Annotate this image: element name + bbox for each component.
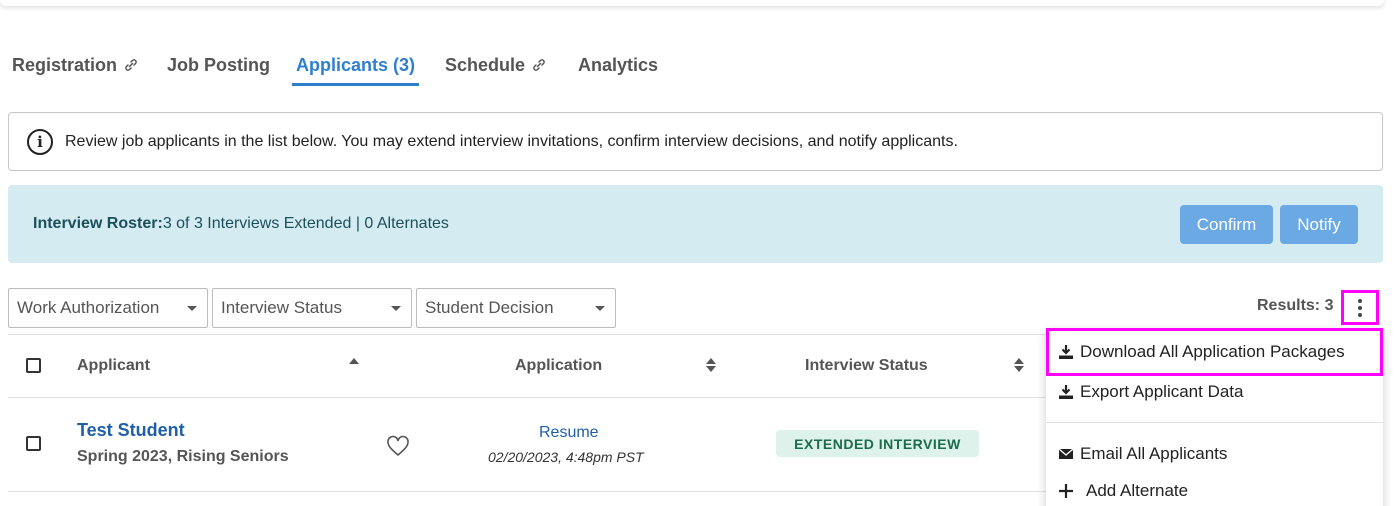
status-badge: EXTENDED INTERVIEW (776, 430, 979, 457)
tab-schedule[interactable]: Schedule (445, 44, 547, 86)
interview-roster-bar: Interview Roster: 3 of 3 Interviews Exte… (8, 185, 1383, 263)
resume-link[interactable]: Resume (539, 424, 599, 442)
tab-bar: Registration Job Posting Applicants (3) … (0, 44, 1396, 88)
column-header-application[interactable]: Application (515, 357, 602, 375)
tab-registration[interactable]: Registration (12, 44, 139, 86)
application-date: 02/20/2023, 4:48pm PST (488, 449, 644, 465)
confirm-button[interactable]: Confirm (1180, 205, 1273, 244)
menu-item-label: Download All Application Packages (1080, 342, 1345, 361)
column-header-applicant[interactable]: Applicant (77, 357, 150, 375)
tab-analytics[interactable]: Analytics (578, 44, 658, 86)
menu-divider (1046, 422, 1383, 423)
plus-icon (1059, 484, 1073, 498)
sort-icon[interactable] (1014, 357, 1024, 373)
filter-label: Interview Status (221, 298, 342, 317)
link-icon (125, 59, 137, 71)
export-applicant-data-item[interactable]: Export Applicant Data (1046, 374, 1383, 410)
tab-label: Job Posting (167, 54, 270, 75)
more-options-button[interactable] (1341, 290, 1379, 325)
info-icon: i (27, 128, 53, 155)
work-authorization-filter[interactable]: Work Authorization (8, 288, 208, 328)
kebab-dot (1358, 298, 1362, 303)
applicant-term: Spring 2023, Rising Seniors (77, 448, 289, 465)
caret-down-icon (595, 306, 605, 311)
caret-down-icon (391, 306, 401, 311)
interview-status-filter[interactable]: Interview Status (212, 288, 412, 328)
select-all-checkbox[interactable] (26, 358, 41, 373)
tab-label: Registration (12, 54, 118, 75)
menu-item-label: Add Alternate (1086, 481, 1189, 500)
filter-label: Work Authorization (17, 298, 160, 317)
tab-label: Applicants (3) (296, 54, 416, 75)
heart-icon[interactable] (386, 435, 410, 457)
download-icon (1059, 385, 1073, 399)
row-checkbox[interactable] (26, 436, 41, 451)
kebab-dot (1358, 305, 1362, 310)
tab-applicants[interactable]: Applicants (3) (291, 44, 420, 86)
envelope-icon (1058, 448, 1074, 459)
menu-item-label: Email All Applicants (1080, 444, 1228, 463)
tab-label: Analytics (578, 54, 659, 75)
column-header-interview-status[interactable]: Interview Status (805, 357, 928, 375)
top-card (0, 0, 1384, 6)
menu-item-label: Export Applicant Data (1080, 382, 1244, 401)
student-decision-filter[interactable]: Student Decision (416, 288, 616, 328)
info-banner: i Review job applicants in the list belo… (8, 112, 1383, 171)
applicant-name-link[interactable]: Test Student (77, 420, 185, 441)
caret-down-icon (187, 306, 197, 311)
link-icon (533, 59, 545, 71)
more-options-menu: Download All Application Packages Export… (1046, 328, 1383, 506)
roster-label: Interview Roster: (33, 215, 163, 232)
notify-button[interactable]: Notify (1280, 205, 1358, 244)
info-text: Review job applicants in the list below.… (65, 132, 958, 150)
download-icon (1059, 345, 1073, 359)
tab-job-posting[interactable]: Job Posting (167, 44, 270, 86)
add-alternate-item[interactable]: Add Alternate (1046, 473, 1383, 506)
tab-label: Schedule (445, 54, 526, 75)
sort-icon[interactable] (706, 357, 716, 373)
filter-label: Student Decision (425, 298, 554, 317)
results-count: Results: 3 (1257, 297, 1334, 314)
email-all-applicants-item[interactable]: Email All Applicants (1046, 436, 1383, 472)
roster-value: 3 of 3 Interviews Extended | 0 Alternate… (162, 215, 449, 232)
download-all-packages-item[interactable]: Download All Application Packages (1046, 328, 1383, 376)
kebab-dot (1358, 312, 1362, 317)
sort-ascending-icon[interactable] (349, 358, 359, 364)
